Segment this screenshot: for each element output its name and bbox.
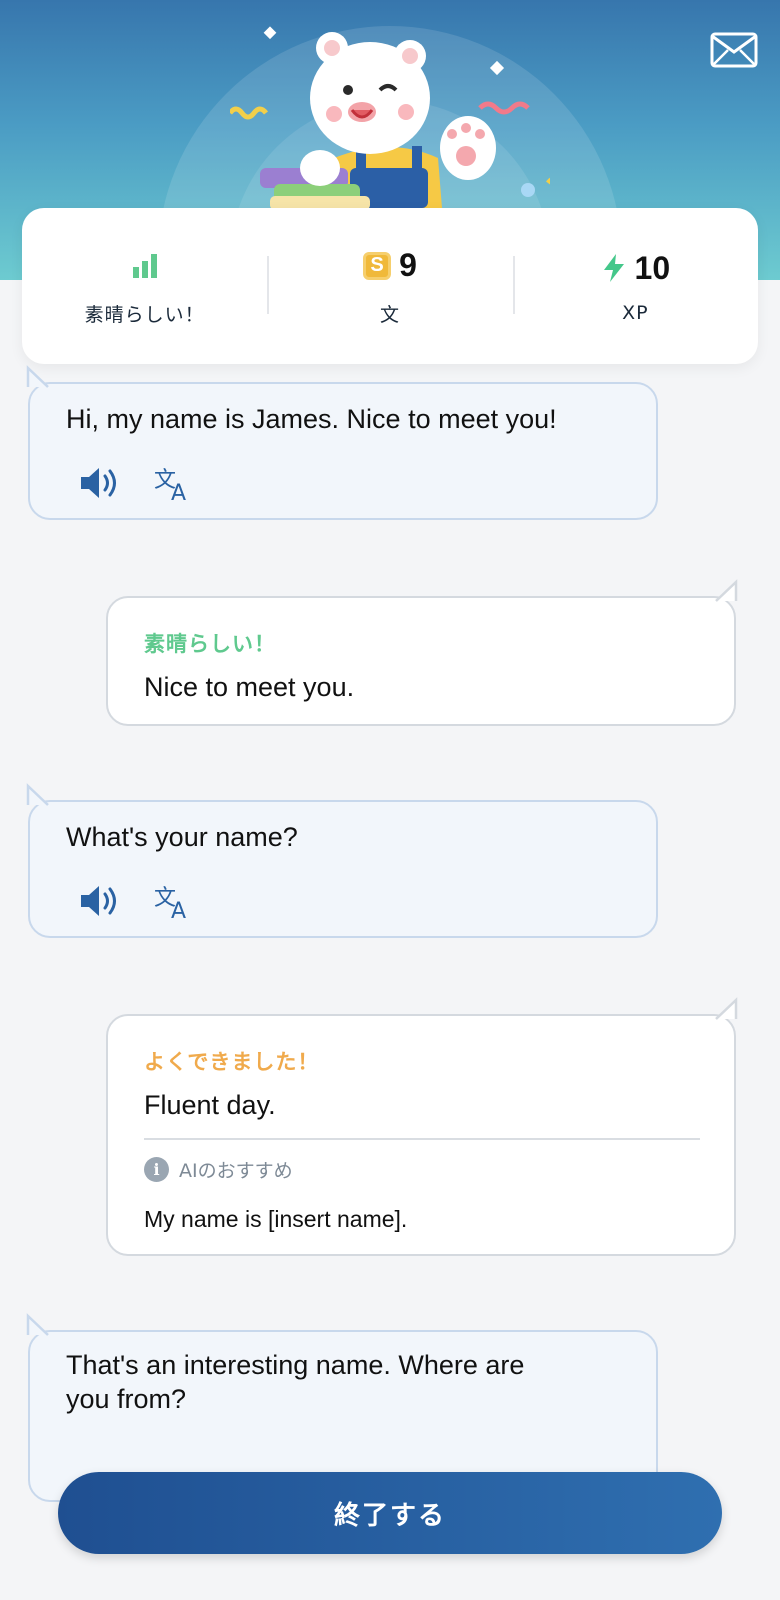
grade-label: よくできました！	[144, 1050, 320, 1074]
stat-xp-value: 10	[634, 249, 671, 286]
ai-suggestion-text: My name is [insert name].	[144, 1206, 408, 1232]
bubble-tail	[26, 1313, 49, 1336]
user-message: よくできました！ Fluent day. i AIのおすすめ My name i…	[106, 997, 738, 1256]
stat-sentences-value: 9	[399, 247, 417, 283]
divider	[144, 1138, 700, 1140]
bot-message-text: Hi, my name is James. Nice to meet you!	[66, 404, 557, 434]
signal-bars-icon	[132, 253, 157, 278]
svg-text:A: A	[171, 481, 186, 503]
grade-label: 素晴らしい！	[144, 632, 276, 656]
lightning-icon	[603, 254, 624, 282]
bubble-tail	[715, 997, 738, 1020]
bubble-tail	[26, 783, 49, 806]
stat-sentences-label: 文	[379, 303, 400, 326]
bear-mascot-illustration	[230, 26, 550, 208]
stat-xp-label: XP	[622, 302, 649, 324]
stat-sentences: S 9 文	[267, 208, 512, 364]
bubble-tail	[715, 579, 738, 602]
bot-message-line: you from?	[66, 1384, 187, 1414]
stat-level-label: 素晴らしい！	[84, 303, 205, 326]
finish-button[interactable]: 終了する	[58, 1472, 722, 1554]
info-icon: i	[144, 1157, 169, 1182]
ai-suggestion-label: AIのおすすめ	[179, 1160, 293, 1182]
bot-message: Hi, my name is James. Nice to meet you! …	[26, 365, 658, 520]
bubble-tail	[26, 365, 49, 388]
svg-text:A: A	[171, 899, 186, 921]
translate-icon[interactable]: 文 A	[152, 462, 194, 504]
speaker-icon[interactable]	[78, 462, 120, 504]
mail-icon[interactable]	[710, 32, 758, 68]
ai-suggestion-header: i AIのおすすめ	[144, 1156, 293, 1183]
bot-message-text: What's your name?	[66, 822, 298, 852]
speaker-icon[interactable]	[78, 880, 120, 922]
message-actions: 文 A	[78, 880, 194, 922]
s-badge-icon: S	[363, 251, 392, 280]
translate-icon[interactable]: 文 A	[152, 880, 194, 922]
bot-message-text: That's an interesting name. Where are yo…	[66, 1348, 524, 1416]
bot-message-line: That's an interesting name. Where are	[66, 1350, 525, 1380]
message-actions: 文 A	[78, 462, 194, 504]
stat-level: 素晴らしい！	[22, 208, 267, 364]
stats-card: 素晴らしい！ S 9 文 10 XP	[22, 208, 758, 364]
user-message-text: Fluent day.	[144, 1090, 276, 1120]
user-message-text: Nice to meet you.	[144, 672, 355, 702]
user-message: 素晴らしい！ Nice to meet you.	[106, 579, 738, 726]
bot-message: What's your name? 文 A	[26, 783, 658, 938]
stat-xp: 10 XP	[512, 208, 758, 364]
